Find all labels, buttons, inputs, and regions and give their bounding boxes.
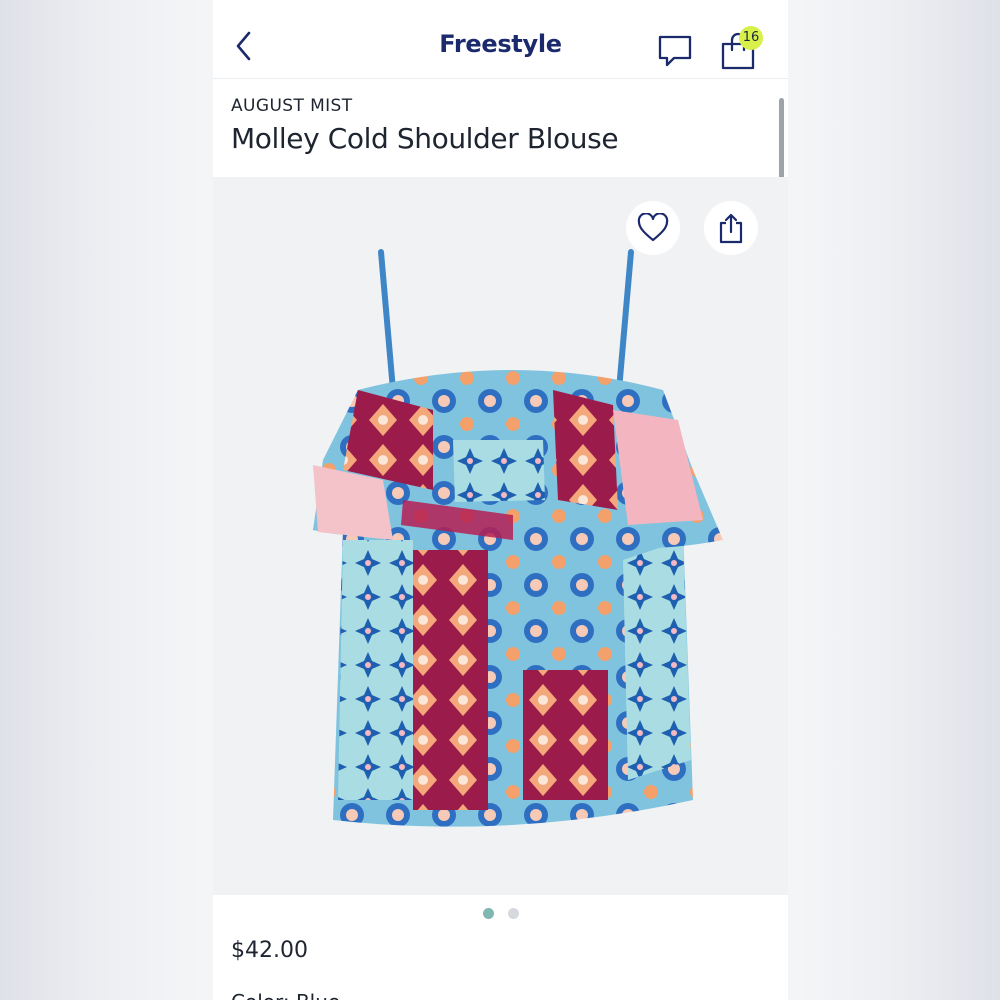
pager-dot[interactable] xyxy=(508,908,519,919)
chat-bubble-icon xyxy=(658,35,692,67)
brand-name: AUGUST MIST xyxy=(231,96,353,116)
pager-dot-active[interactable] xyxy=(483,908,494,919)
chat-button[interactable] xyxy=(655,30,695,70)
product-screen: Freestyle 16 AUGUST MIST Molley Cold Sho… xyxy=(213,0,788,1000)
heart-outline-icon xyxy=(637,213,669,242)
top-nav-bar: Freestyle 16 xyxy=(213,0,788,79)
blouse-product-photo xyxy=(313,249,723,827)
product-price: $42.00 xyxy=(231,938,308,963)
product-title: Molley Cold Shoulder Blouse xyxy=(231,122,619,155)
page-title: Freestyle xyxy=(439,30,562,58)
image-pager[interactable] xyxy=(481,908,521,920)
color-label: Color: Blue xyxy=(231,990,340,1000)
bag-count-badge: 16 xyxy=(739,26,763,50)
